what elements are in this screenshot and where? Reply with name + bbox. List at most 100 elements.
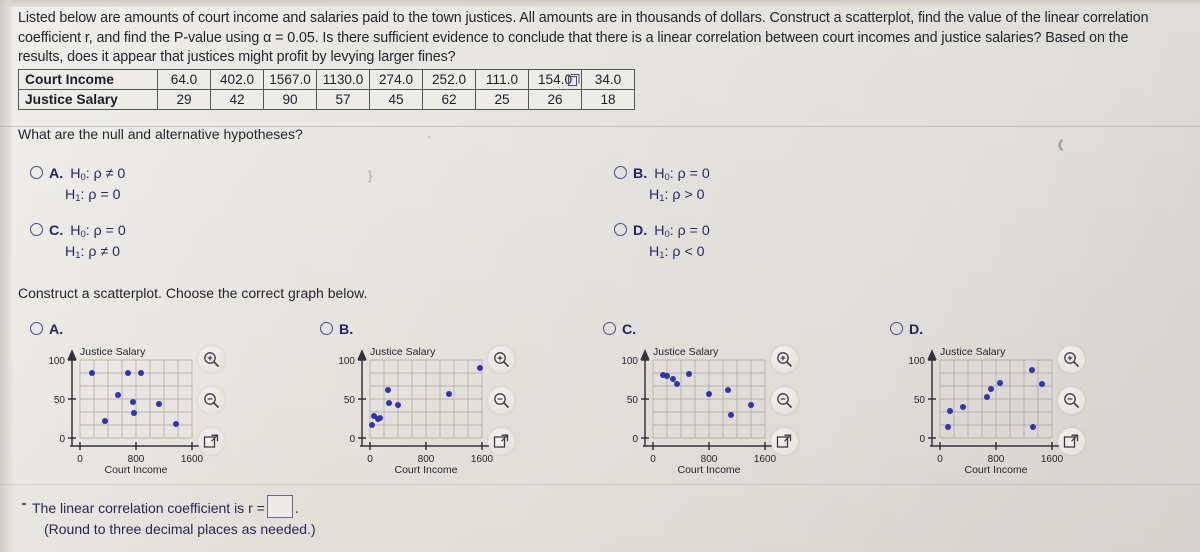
cell: 274.0 xyxy=(369,69,423,90)
zoom-out-icon[interactable] xyxy=(771,387,798,414)
choice-letter-d: D. xyxy=(633,223,648,239)
graph-option-d-header[interactable]: D. xyxy=(890,322,923,338)
radio-button-a[interactable] xyxy=(30,166,43,179)
gridlines-b xyxy=(369,359,483,439)
xlabel-b: Court Income xyxy=(394,464,457,474)
ylabel-c: Justice Salary xyxy=(653,346,719,358)
axes-a xyxy=(67,349,213,451)
cell: 111.0 xyxy=(475,69,529,90)
statement-line-1: Listed below are amounts of court income… xyxy=(18,10,1149,26)
expand-icon[interactable] xyxy=(488,428,515,455)
cell: 252.0 xyxy=(422,69,476,90)
cell: 18 xyxy=(581,89,635,110)
hypotheses-prompt: What are the null and alternative hypoth… xyxy=(18,126,303,142)
expand-icon[interactable] xyxy=(771,428,798,455)
graph-option-c[interactable]: C. 100 50 0 0 800 1600 Justice Salary Co… xyxy=(593,322,883,480)
graph-option-a[interactable]: A. 100 50 0 0 800 1600 Justice Salary Co… xyxy=(20,322,310,480)
pencil-mark-3: ‘ xyxy=(428,134,431,146)
zoom-in-icon[interactable] xyxy=(1058,346,1085,373)
answer-prompt: The linear correlation coefficient is r … xyxy=(32,500,265,516)
choice-a-h0: H0: ρ ≠ 0 xyxy=(70,166,126,183)
cell: 42 xyxy=(210,89,264,110)
table-row: Justice Salary 29 42 90 57 45 62 25 26 1… xyxy=(18,89,635,110)
axes-c xyxy=(640,349,786,451)
ytick-50: 50 xyxy=(54,395,66,406)
graph-tools-d[interactable] xyxy=(1058,346,1092,469)
ytick-0: 0 xyxy=(59,434,65,445)
radio-button-graph-b[interactable] xyxy=(320,322,333,335)
expand-icon[interactable] xyxy=(198,428,225,455)
ylabel-a: Justice Salary xyxy=(80,346,146,358)
radio-button-graph-d[interactable] xyxy=(890,322,903,335)
expand-icon[interactable] xyxy=(1058,428,1085,455)
answer-hint: (Round to three decimal places as needed… xyxy=(44,521,316,537)
cell: 57 xyxy=(316,89,370,110)
copy-icon[interactable] xyxy=(568,74,581,87)
choice-a[interactable]: A. H0: ρ ≠ 0 H1: ρ = 0 xyxy=(30,166,125,204)
choice-c-h1: H1: ρ ≠ 0 xyxy=(65,244,121,261)
xtick-0: 0 xyxy=(650,454,656,465)
ytick-100: 100 xyxy=(48,356,65,367)
xlabel-a: Court Income xyxy=(104,464,167,474)
bullet-dash xyxy=(22,503,26,505)
ytick-0: 0 xyxy=(349,434,355,445)
radio-button-c[interactable] xyxy=(30,223,43,236)
answer-period: . xyxy=(294,500,299,516)
pencil-mark-2: ❰ xyxy=(1056,139,1066,151)
row-header-court-income: Court Income xyxy=(18,69,158,90)
radio-button-d[interactable] xyxy=(614,223,627,236)
cell: 25 xyxy=(475,89,529,110)
graph-option-d[interactable]: D. 100 50 0 0 800 1600 Justice Salary Co… xyxy=(880,322,1170,480)
cell: 402.0 xyxy=(210,69,264,90)
cell: 90 xyxy=(263,89,317,110)
gridlines-c xyxy=(652,359,766,439)
xlabel-c: Court Income xyxy=(677,464,740,474)
zoom-in-icon[interactable] xyxy=(771,346,798,373)
choice-d-h0: H0: ρ = 0 xyxy=(654,223,710,240)
choice-letter-b: B. xyxy=(633,166,648,182)
axes-d xyxy=(927,349,1073,451)
cell: 1567.0 xyxy=(263,69,317,90)
xtick-0: 0 xyxy=(937,454,943,465)
graph-tools-b[interactable] xyxy=(488,346,522,469)
data-table: Court Income 64.0 402.0 1567.0 1130.0 27… xyxy=(18,69,635,110)
ytick-50: 50 xyxy=(914,395,926,406)
choice-letter-a: A. xyxy=(49,166,64,182)
zoom-out-icon[interactable] xyxy=(488,387,515,414)
r-value-input[interactable] xyxy=(266,495,293,518)
xtick-0: 0 xyxy=(77,454,83,465)
graph-option-b-header[interactable]: B. xyxy=(320,322,353,338)
answer-prompt-row: The linear correlation coefficient is r … xyxy=(32,495,299,518)
radio-button-graph-c[interactable] xyxy=(603,322,616,335)
choice-b[interactable]: B. H0: ρ = 0 H1: ρ > 0 xyxy=(614,166,710,204)
zoom-in-icon[interactable] xyxy=(488,346,515,373)
ytick-0: 0 xyxy=(632,434,638,445)
statement-line-2: coefficient r, and find the P-value usin… xyxy=(18,29,1129,46)
choice-b-h0: H0: ρ = 0 xyxy=(654,166,710,183)
radio-button-b[interactable] xyxy=(614,166,627,179)
table-row: Court Income 64.0 402.0 1567.0 1130.0 27… xyxy=(18,69,635,90)
cell: 45 xyxy=(369,89,423,110)
ytick-100: 100 xyxy=(908,356,925,367)
cell: 1130.0 xyxy=(316,69,370,90)
graph-option-a-header[interactable]: A. xyxy=(30,322,63,338)
choice-letter-c: C. xyxy=(49,223,64,239)
cell: 26 xyxy=(528,89,582,110)
graph-tools-a[interactable] xyxy=(198,346,232,469)
graph-option-b[interactable]: B. 100 50 0 0 800 1600 Justice Salary Co… xyxy=(310,322,600,480)
graph-option-c-header[interactable]: C. xyxy=(603,322,636,338)
choice-d[interactable]: D. H0: ρ = 0 H1: ρ < 0 xyxy=(614,223,710,261)
choice-c[interactable]: C. H0: ρ = 0 H1: ρ ≠ 0 xyxy=(30,223,126,261)
radio-button-graph-a[interactable] xyxy=(30,322,43,335)
choice-a-h1: H1: ρ = 0 xyxy=(65,187,121,204)
ytick-100: 100 xyxy=(338,356,355,367)
ylabel-b: Justice Salary xyxy=(370,346,436,358)
zoom-out-icon[interactable] xyxy=(198,387,225,414)
ylabel-d: Justice Salary xyxy=(940,346,1006,358)
zoom-out-icon[interactable] xyxy=(1058,387,1085,414)
xtick-0: 0 xyxy=(367,454,373,465)
zoom-in-icon[interactable] xyxy=(198,346,225,373)
cell: 29 xyxy=(157,89,211,110)
xlabel-d: Court Income xyxy=(964,464,1027,474)
graph-tools-c[interactable] xyxy=(771,346,805,469)
